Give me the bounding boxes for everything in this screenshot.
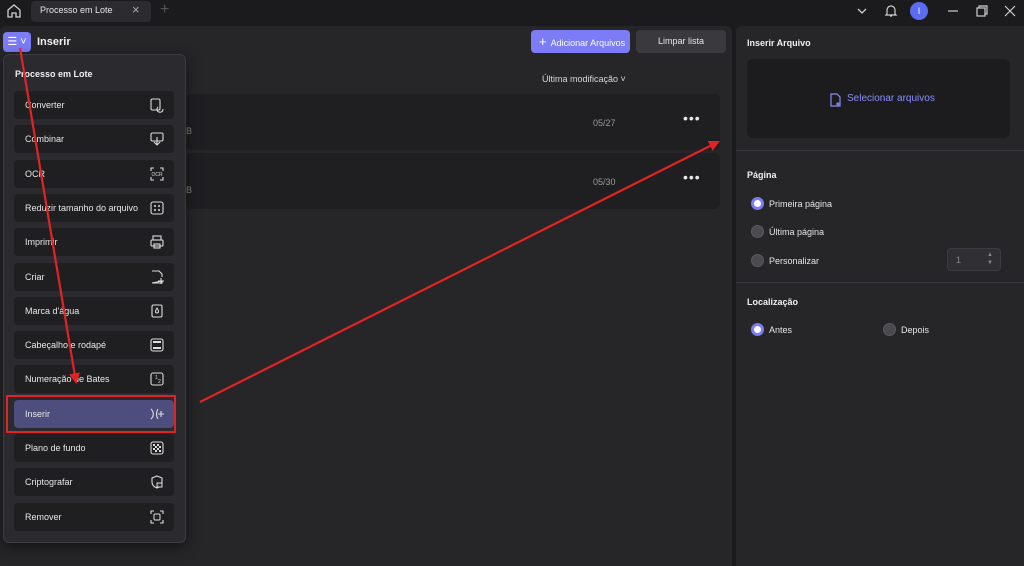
background-icon — [150, 441, 164, 455]
menu-item-label: Cabeçalho e rodapé — [25, 340, 107, 351]
add-files-label: Adicionar Arquivos — [550, 38, 626, 48]
stepper-arrows-icon[interactable]: ▲ ▼ — [987, 251, 993, 267]
restore-icon[interactable] — [975, 3, 989, 19]
menu-item-label: Marca d'água — [25, 305, 80, 316]
file-row[interactable]: B 05/30 ••• — [186, 153, 720, 209]
remove-icon — [150, 510, 164, 524]
more-options-button[interactable]: ••• — [683, 169, 701, 185]
menu-item-label: OCR — [25, 168, 45, 179]
tab-label: Processo em Lote — [40, 5, 113, 15]
home-icon[interactable] — [6, 3, 22, 19]
clear-list-button[interactable]: Limpar lista — [636, 30, 726, 53]
header-footer-icon — [150, 338, 164, 352]
menu-item[interactable]: Criptografar — [14, 468, 174, 497]
page-title: Inserir — [37, 36, 71, 48]
custom-page-value: 1 — [956, 255, 962, 265]
menu-item[interactable]: OCR OCR — [14, 159, 174, 188]
menu-item[interactable]: Converter — [14, 91, 174, 119]
batch-process-menu: Processo em Lote Converter Combinar OCR OCR… — [3, 54, 186, 543]
convert-icon — [150, 98, 164, 113]
more-options-button[interactable]: ••• — [683, 110, 701, 126]
encrypt-icon — [151, 475, 163, 489]
radio-label: Última página — [769, 227, 825, 237]
file-date: 05/27 — [593, 118, 616, 128]
tab-batch-process[interactable]: Processo em Lote × — [31, 1, 151, 22]
radio-label: Antes — [769, 325, 793, 335]
insert-file-panel: Inserir Arquivo Selecionar arquivos Pági… — [736, 26, 1024, 566]
radio-first-page[interactable] — [751, 197, 764, 210]
radio-label: Depois — [901, 325, 930, 335]
location-section-title: Localização — [747, 297, 799, 307]
title-bar: Processo em Lote × + I — [0, 0, 1024, 24]
file-size: B — [186, 126, 193, 136]
radio-custom[interactable] — [751, 254, 764, 267]
divider — [736, 282, 1024, 283]
menu-item[interactable]: Imprimir — [14, 228, 174, 257]
file-size: B — [186, 185, 193, 195]
user-avatar[interactable]: I — [910, 2, 928, 20]
file-date: 05/30 — [593, 177, 616, 187]
compress-icon — [150, 201, 164, 215]
menu-item[interactable]: Combinar — [14, 125, 174, 154]
radio-label: Primeira página — [769, 199, 833, 209]
menu-item[interactable]: Cabeçalho e rodapé — [14, 331, 174, 360]
radio-last-page[interactable] — [751, 225, 764, 238]
menu-item-label: Imprimir — [25, 237, 58, 248]
watermark-icon — [151, 304, 163, 318]
tab-close-button[interactable]: × — [132, 3, 140, 17]
menu-item-label: Criptografar — [25, 477, 73, 488]
add-files-button[interactable]: + Adicionar Arquivos — [531, 30, 630, 53]
notification-bell-icon[interactable] — [884, 3, 898, 19]
annotation-highlight-box — [6, 395, 176, 433]
create-icon — [151, 269, 164, 284]
menu-button[interactable]: ☰ ˅ — [3, 32, 31, 52]
radio-label: Personalizar — [769, 256, 820, 266]
sort-dropdown[interactable]: Última modificação ˅ — [542, 74, 626, 84]
menu-item-label: Remover — [25, 511, 62, 522]
svg-text:2: 2 — [158, 379, 161, 385]
menu-item-label: Reduzir tamanho do arquivo — [25, 202, 139, 213]
page-section-title: Página — [747, 170, 777, 180]
file-drop-zone[interactable]: Selecionar arquivos — [747, 59, 1010, 138]
menu-item-label: Criar — [25, 271, 45, 282]
menu-item[interactable]: Marca d'água — [14, 296, 174, 325]
radio-after[interactable] — [883, 323, 896, 336]
menu-item[interactable]: Numeração de Bates 1 2 — [14, 365, 174, 394]
panel-title: Inserir Arquivo — [747, 38, 811, 48]
menu-item[interactable]: Criar — [14, 262, 174, 291]
divider — [736, 150, 1024, 151]
menu-item[interactable]: Remover — [14, 502, 174, 531]
menu-item-label: Combinar — [25, 134, 65, 145]
ocr-icon: OCR — [150, 167, 164, 181]
plus-icon: + — [539, 34, 547, 49]
chevron-down-icon[interactable] — [855, 3, 869, 19]
new-tab-button[interactable]: + — [160, 1, 169, 19]
file-row[interactable]: B 05/27 ••• — [186, 94, 720, 150]
radio-before[interactable] — [751, 323, 764, 336]
minimize-icon[interactable] — [946, 3, 960, 19]
combine-icon — [150, 132, 164, 147]
menu-title: Processo em Lote — [15, 69, 93, 79]
custom-page-stepper[interactable]: 1 ▲ ▼ — [947, 248, 1001, 271]
menu-item-label: Plano de fundo — [25, 443, 86, 453]
add-file-icon — [830, 93, 841, 107]
menu-item[interactable]: Plano de fundo — [14, 434, 174, 462]
close-window-icon[interactable] — [1003, 3, 1017, 19]
bates-icon: 12 — [150, 372, 164, 386]
menu-item[interactable]: Reduzir tamanho do arquivo — [14, 193, 174, 222]
menu-item-label: Numeração de Bates — [25, 374, 110, 385]
select-files-link[interactable]: Selecionar arquivos — [847, 93, 935, 104]
svg-text:OCR: OCR — [151, 172, 163, 178]
printer-icon — [150, 235, 164, 249]
menu-item-label: Converter — [25, 100, 65, 110]
